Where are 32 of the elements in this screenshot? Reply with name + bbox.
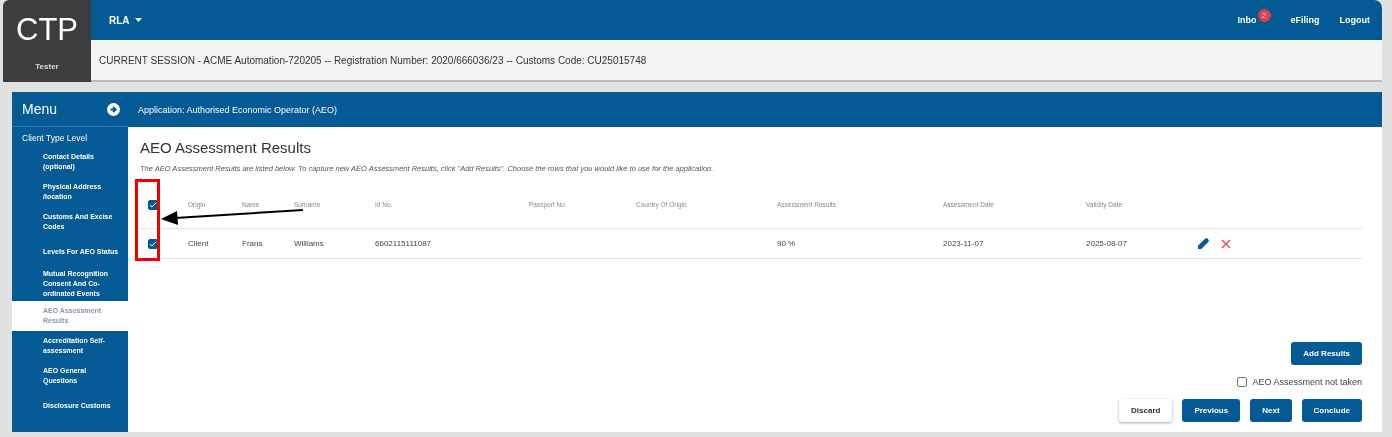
action-button[interactable]: Previous [1182,399,1241,422]
close-icon[interactable] [1221,238,1231,249]
action-button[interactable]: Conclude [1301,399,1362,422]
nav-link[interactable]: Inbo [1237,15,1257,25]
menu-title: Menu [22,101,58,117]
session-info: CURRENT SESSION - ACME Automation-720205 -- Registration Number: 2020/666036/23 -- Customs Code: CU25015748 [99,54,647,66]
count-badge: 2 [1257,9,1271,22]
nav-link[interactable]: eFiling [1290,15,1320,25]
section-label: Client Type Level [21,132,89,145]
table-cell-text: 6602115111087 [375,239,433,248]
table-cell-text: 90 % [777,239,797,248]
checkbox[interactable] [148,238,158,249]
table-cell-text: Client [188,239,210,248]
checkbox-label: AEO Assessment not taken [1252,377,1362,387]
checkbox[interactable] [1237,377,1248,387]
table-cell-text: Williams [294,239,325,248]
nav-link[interactable]: Logout [1339,15,1370,25]
add-results-button[interactable]: Add Results [1291,342,1362,365]
table-cell-text: 2025-08-07 [1086,239,1128,248]
user-role: Tester [35,61,59,71]
pencil-icon[interactable] [1198,238,1209,249]
action-button[interactable]: Next [1250,399,1292,422]
page-title: AEO Assessment Results [140,139,312,156]
checkbox[interactable] [148,199,158,210]
table-cell-text: Frans [242,239,264,248]
table-cell-text: 2023-11-07 [943,239,985,248]
action-button[interactable]: Discard [1119,399,1173,422]
dropdown-menu[interactable]: RLA [109,14,142,26]
caret-icon [134,18,142,22]
application-title: Application: Authorised Economic Operator (AEO) [138,104,338,115]
logo-title: CTP [16,11,78,48]
arrow-circle-icon[interactable] [107,102,120,116]
